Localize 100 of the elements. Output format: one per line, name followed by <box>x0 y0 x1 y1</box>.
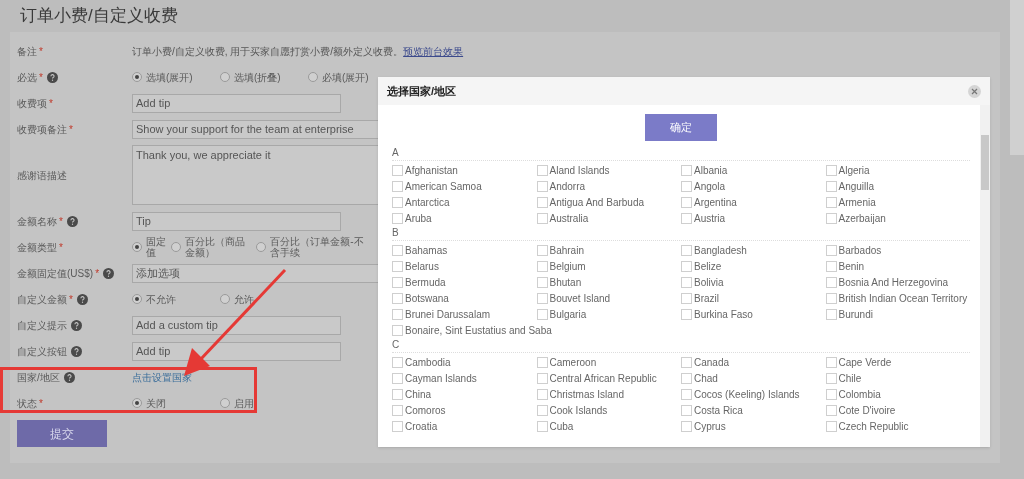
text-field[interactable]: Tip <box>132 211 341 231</box>
checkbox[interactable] <box>825 180 837 192</box>
checkbox[interactable] <box>825 308 837 320</box>
checkbox[interactable] <box>536 164 548 176</box>
country-label[interactable]: Antigua And Barbuda <box>549 194 645 210</box>
checkbox[interactable] <box>392 420 403 432</box>
checkbox[interactable] <box>392 164 403 176</box>
country-label[interactable]: Antarctica <box>405 194 450 210</box>
country-label[interactable]: Belize <box>694 258 722 274</box>
confirm-button[interactable]: 确定 <box>645 114 717 141</box>
country-label[interactable]: Austria <box>694 210 726 226</box>
help-icon[interactable] <box>46 71 58 83</box>
country-label[interactable]: Cocos (Keeling) Islands <box>694 386 800 402</box>
country-label[interactable]: Bolivia <box>694 274 724 290</box>
set-country-link[interactable]: 点击设置国家 <box>132 369 192 385</box>
checkbox[interactable] <box>681 164 692 176</box>
country-label[interactable]: Bangladesh <box>694 242 747 258</box>
checkbox[interactable] <box>536 420 548 432</box>
checkbox[interactable] <box>681 356 692 368</box>
checkbox[interactable] <box>825 372 837 384</box>
checkbox[interactable] <box>825 260 837 272</box>
country-label[interactable]: Cape Verde <box>838 354 892 370</box>
checkbox[interactable] <box>536 308 548 320</box>
checkbox[interactable] <box>825 404 837 416</box>
country-label[interactable]: Barbados <box>838 242 882 258</box>
country-label[interactable]: Aland Islands <box>549 162 610 178</box>
checkbox[interactable] <box>392 404 403 416</box>
dialog-scrollbar[interactable] <box>980 105 990 447</box>
country-label[interactable]: American Samoa <box>405 178 482 194</box>
radio-button[interactable] <box>170 242 181 252</box>
checkbox[interactable] <box>681 212 692 224</box>
country-label[interactable]: Azerbaijan <box>838 210 886 226</box>
country-label[interactable]: Czech Republic <box>838 418 909 434</box>
checkbox[interactable] <box>825 388 837 400</box>
radio-button[interactable] <box>220 398 230 408</box>
help-icon[interactable] <box>66 215 78 227</box>
country-label[interactable]: Cyprus <box>694 418 726 434</box>
country-label[interactable]: Argentina <box>694 194 737 210</box>
text-field[interactable]: Add tip <box>132 341 341 361</box>
submit-button[interactable]: 提交 <box>17 420 107 447</box>
country-label[interactable]: Colombia <box>838 386 881 402</box>
country-label[interactable]: Belarus <box>405 258 439 274</box>
radio-button[interactable] <box>308 72 318 82</box>
country-label[interactable]: Botswana <box>405 290 449 306</box>
checkbox[interactable] <box>392 196 403 208</box>
country-label[interactable]: Armenia <box>838 194 876 210</box>
country-label[interactable]: Bonaire, Sint Eustatius and Saba <box>405 322 552 338</box>
country-label[interactable]: Bosnia And Herzegovina <box>838 274 949 290</box>
checkbox[interactable] <box>536 356 548 368</box>
radio-button[interactable] <box>256 242 267 252</box>
country-label[interactable]: Chile <box>838 370 862 386</box>
checkbox[interactable] <box>392 244 403 256</box>
checkbox[interactable] <box>392 356 403 368</box>
country-label[interactable]: Benin <box>838 258 865 274</box>
country-label[interactable]: Albania <box>694 162 728 178</box>
country-label[interactable]: Belgium <box>549 258 586 274</box>
checkbox[interactable] <box>825 212 837 224</box>
checkbox[interactable] <box>536 292 548 304</box>
checkbox[interactable] <box>392 276 403 288</box>
country-label[interactable]: British Indian Ocean Territory <box>838 290 968 306</box>
country-label[interactable]: Burkina Faso <box>694 306 753 322</box>
radio-button[interactable] <box>132 398 142 408</box>
checkbox[interactable] <box>536 180 548 192</box>
checkbox[interactable] <box>392 292 403 304</box>
checkbox[interactable] <box>392 388 403 400</box>
country-label[interactable]: Comoros <box>405 402 446 418</box>
checkbox[interactable] <box>825 164 837 176</box>
checkbox[interactable] <box>536 196 548 208</box>
country-label[interactable]: Canada <box>694 354 730 370</box>
checkbox[interactable] <box>681 292 692 304</box>
country-label[interactable]: Costa Rica <box>694 402 743 418</box>
checkbox[interactable] <box>825 196 837 208</box>
country-label[interactable]: Cameroon <box>549 354 597 370</box>
country-label[interactable]: Algeria <box>838 162 870 178</box>
checkbox[interactable] <box>392 212 403 224</box>
checkbox[interactable] <box>392 372 403 384</box>
radio-button[interactable] <box>132 72 142 82</box>
country-label[interactable]: Central African Republic <box>549 370 657 386</box>
checkbox[interactable] <box>392 180 403 192</box>
help-icon[interactable] <box>103 267 115 279</box>
checkbox[interactable] <box>681 404 692 416</box>
country-label[interactable]: Cook Islands <box>549 402 608 418</box>
checkbox[interactable] <box>825 244 837 256</box>
checkbox[interactable] <box>825 420 837 432</box>
help-icon[interactable] <box>76 293 88 305</box>
checkbox[interactable] <box>681 372 692 384</box>
checkbox[interactable] <box>536 212 548 224</box>
checkbox[interactable] <box>681 276 692 288</box>
country-label[interactable]: Christmas Island <box>549 386 624 402</box>
help-icon[interactable] <box>63 371 75 383</box>
radio-button[interactable] <box>220 294 230 304</box>
country-label[interactable]: Cayman Islands <box>405 370 477 386</box>
country-label[interactable]: Aruba <box>405 210 432 226</box>
country-label[interactable]: China <box>405 386 432 402</box>
checkbox[interactable] <box>536 372 548 384</box>
checkbox[interactable] <box>681 180 692 192</box>
country-label[interactable]: Bermuda <box>405 274 446 290</box>
checkbox[interactable] <box>825 356 837 368</box>
country-label[interactable]: Andorra <box>549 178 586 194</box>
checkbox[interactable] <box>536 404 548 416</box>
